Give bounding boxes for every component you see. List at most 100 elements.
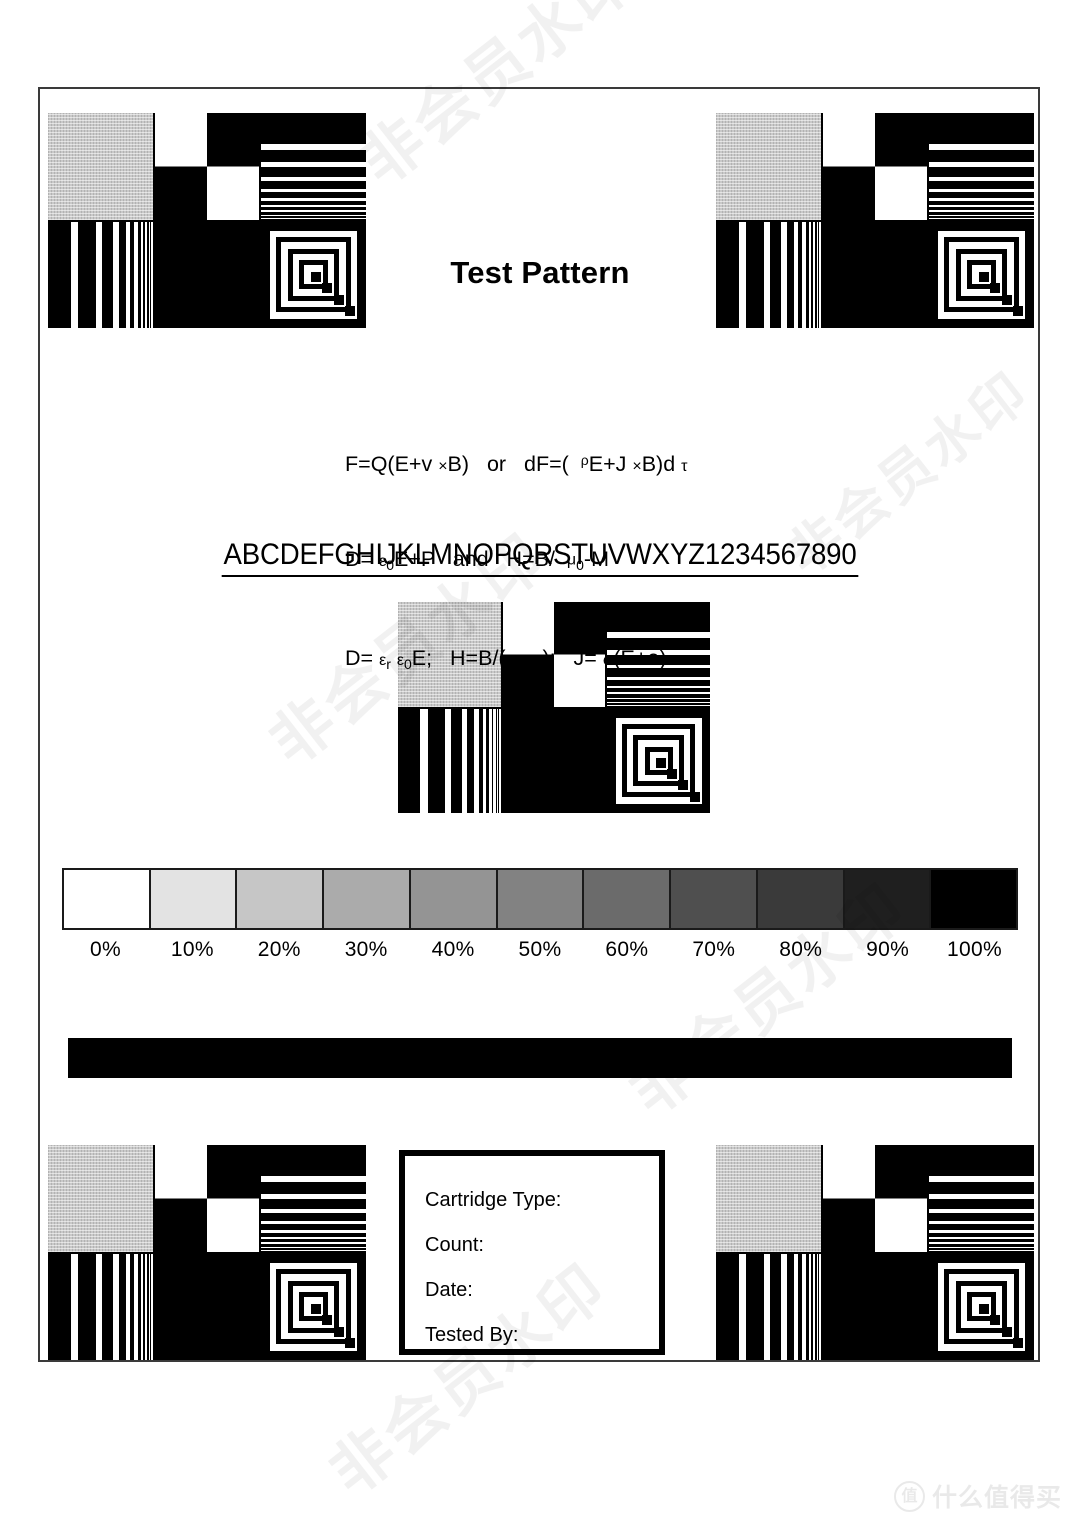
- line-wedge-bar: [929, 1221, 1034, 1225]
- concentric-squares-figure: [932, 1257, 1031, 1356]
- concentric-squares-figure: [264, 1257, 363, 1356]
- grayscale-labels: 0% 10% 20% 30% 40% 50% 60% 70% 80% 90% 100%: [62, 938, 1018, 962]
- line-wedge-bar: [808, 1253, 812, 1360]
- horizontal-line-wedge-patch: [929, 1145, 1034, 1252]
- cartridge-type-label: Cartridge Type:: [425, 1189, 562, 1211]
- line-wedge-bar: [802, 1253, 806, 1360]
- halftone-gray-patch: [716, 113, 821, 220]
- grayscale-cell: [844, 870, 932, 928]
- line-wedge-bar: [151, 1253, 153, 1360]
- line-wedge-bar: [929, 189, 1034, 193]
- grayscale-cell: [237, 870, 325, 928]
- line-wedge-bar: [462, 708, 468, 813]
- grayscale-label: 100%: [947, 938, 1002, 961]
- concentric-squares-patch: [261, 1253, 366, 1360]
- grayscale-cell: [64, 870, 151, 928]
- concentric-ring: [333, 1326, 344, 1337]
- grayscale-step-wedge: [62, 868, 1018, 930]
- grayscale-cell: [931, 870, 1017, 928]
- concentric-ring: [1001, 1326, 1012, 1337]
- halftone-gray-patch: [48, 1145, 153, 1252]
- line-wedge-bar: [261, 176, 366, 181]
- concentric-ring: [667, 769, 678, 780]
- page-title: Test Pattern: [450, 255, 630, 290]
- concentric-squares-figure: [610, 712, 707, 809]
- line-wedge-bar: [496, 708, 499, 813]
- line-wedge-bar: [261, 198, 366, 201]
- checkerboard-patch: [154, 113, 260, 220]
- line-wedge-bar: [929, 1246, 1034, 1249]
- line-wedge-bar: [261, 189, 366, 193]
- line-wedge-bar: [482, 708, 486, 813]
- line-wedge-bar: [261, 1193, 366, 1199]
- horizontal-line-wedge-patch: [929, 113, 1034, 220]
- solid-black-patch: [502, 708, 606, 813]
- smzdm-logo-text: 什么值得买: [931, 1483, 1062, 1512]
- alphabet-text: ABCDEFGHIJKLMNOPQRSTUVWXYZ1234567890: [221, 538, 859, 577]
- line-wedge-bar: [499, 708, 501, 813]
- grayscale-label: 10%: [170, 938, 214, 961]
- formula-line-1: F=Q(E+v ×B) or dF=( ρE+J ×B)d τ: [345, 451, 688, 476]
- line-wedge-bar: [781, 1253, 787, 1360]
- line-wedge-bar: [929, 205, 1034, 208]
- cartridge-info-box: Cartridge Type: Count: Date: Tested By:: [399, 1150, 665, 1355]
- line-wedge-bar: [148, 1253, 151, 1360]
- line-wedge-bar: [929, 143, 1034, 150]
- line-wedge-bar: [929, 161, 1034, 167]
- concentric-ring: [978, 1303, 989, 1314]
- formula-line-3: D= εr ε0E; H=B/( μrμ0); J= σ(E+e): [345, 645, 667, 672]
- grayscale-label: 40%: [431, 938, 475, 961]
- concentric-ring: [1013, 306, 1024, 317]
- concentric-ring: [1013, 1338, 1024, 1349]
- line-wedge-bar: [134, 1253, 138, 1360]
- line-wedge-bar: [929, 1249, 1034, 1251]
- grayscale-label: 90%: [866, 938, 910, 961]
- test-pattern-block-top-left: [48, 113, 366, 328]
- grayscale-cell: [150, 870, 238, 928]
- concentric-squares-patch: [929, 1253, 1034, 1360]
- grayscale-label: 60%: [605, 938, 649, 961]
- halftone-gray-patch: [716, 1145, 821, 1252]
- halftone-gray-patch: [48, 113, 153, 220]
- checkerboard-patch: [822, 1145, 928, 1252]
- line-wedge-bar: [261, 214, 366, 217]
- line-wedge-bar: [493, 708, 496, 813]
- line-wedge-bar: [929, 176, 1034, 181]
- concentric-ring: [678, 780, 689, 791]
- concentric-ring: [322, 1315, 333, 1326]
- grayscale-cell: [757, 870, 845, 928]
- line-wedge-bar: [261, 1175, 366, 1182]
- line-wedge-bar: [929, 1175, 1034, 1182]
- line-wedge-bar: [488, 708, 492, 813]
- line-wedge-bar: [929, 1208, 1034, 1213]
- line-wedge-bar: [125, 1253, 131, 1360]
- line-wedge-bar: [929, 1237, 1034, 1240]
- line-wedge-bar: [929, 1242, 1034, 1245]
- vertical-line-wedge-patch: [716, 1253, 821, 1360]
- test-pattern-block-bottom-right: [716, 1145, 1034, 1360]
- line-wedge-bar: [113, 1253, 119, 1360]
- line-wedge-bar: [816, 1253, 819, 1360]
- grayscale-label: 80%: [779, 938, 823, 961]
- line-wedge-bar: [813, 1253, 816, 1360]
- line-wedge-bar: [420, 708, 428, 813]
- tested-by-label: Tested By:: [425, 1324, 519, 1346]
- grayscale-cell: [497, 870, 585, 928]
- horizontal-line-wedge-patch: [261, 113, 366, 220]
- line-wedge-bar: [261, 217, 366, 219]
- test-pattern-block-bottom-left: [48, 1145, 366, 1360]
- concentric-ring: [655, 757, 666, 768]
- grayscale-label: 70%: [692, 938, 736, 961]
- concentric-ring: [1001, 294, 1012, 305]
- smzdm-logo-watermark: 值 什么值得买: [893, 1478, 1062, 1514]
- line-wedge-bar: [261, 161, 366, 167]
- concentric-squares-patch: [607, 708, 710, 813]
- solid-black-patch: [154, 1253, 260, 1360]
- concentric-ring: [333, 294, 344, 305]
- line-wedge-bar: [929, 217, 1034, 219]
- concentric-ring: [345, 306, 356, 317]
- grayscale-cell: [584, 870, 672, 928]
- line-wedge-bar: [70, 1253, 79, 1360]
- grayscale-label: 30%: [344, 938, 388, 961]
- grayscale-label: 20%: [257, 938, 301, 961]
